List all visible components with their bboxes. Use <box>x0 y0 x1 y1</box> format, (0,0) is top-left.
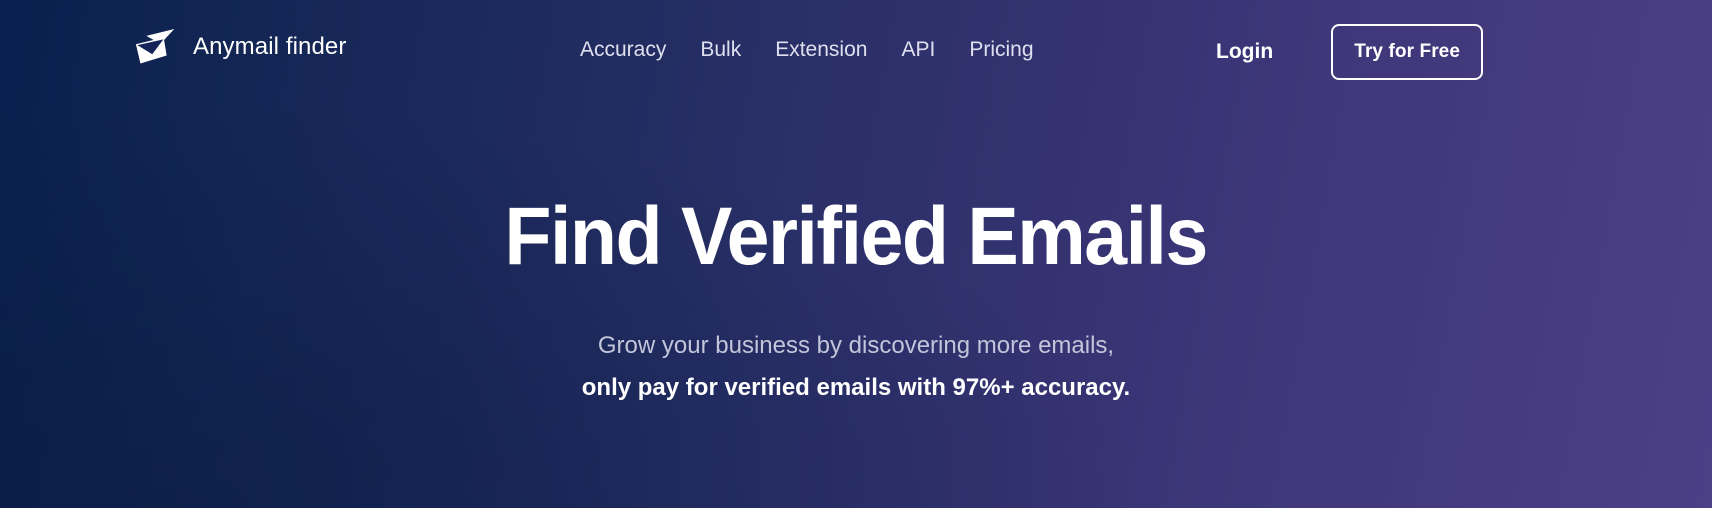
nav-item-pricing[interactable]: Pricing <box>952 38 1050 62</box>
nav-item-bulk[interactable]: Bulk <box>683 38 758 62</box>
brand-name: Anymail finder <box>193 33 347 60</box>
hero-subtitle: Grow your business by discovering more e… <box>582 330 1130 403</box>
try-for-free-button[interactable]: Try for Free <box>1331 24 1484 80</box>
nav-item-extension[interactable]: Extension <box>758 38 884 62</box>
hero-subtitle-line-2: only pay for verified emails with 97%+ a… <box>581 373 1131 401</box>
hero-subtitle-line-1: Grow your business by discovering more e… <box>597 332 1115 359</box>
header-actions: Login Try for Free <box>1216 24 1484 80</box>
nav-item-accuracy[interactable]: Accuracy <box>580 38 683 62</box>
main-navigation: Accuracy Bulk Extension API Pricing <box>580 38 1051 62</box>
login-link[interactable]: Login <box>1216 24 1273 80</box>
page-title: Find Verified Emails <box>504 191 1209 282</box>
site-header: Anymail finder Accuracy Bulk Extension A… <box>0 0 1712 104</box>
brand-logo-link[interactable]: Anymail finder <box>133 27 346 67</box>
nav-item-api[interactable]: API <box>884 38 952 62</box>
envelope-icon <box>133 27 177 67</box>
hero-section: Anymail finder Accuracy Bulk Extension A… <box>0 0 1712 508</box>
